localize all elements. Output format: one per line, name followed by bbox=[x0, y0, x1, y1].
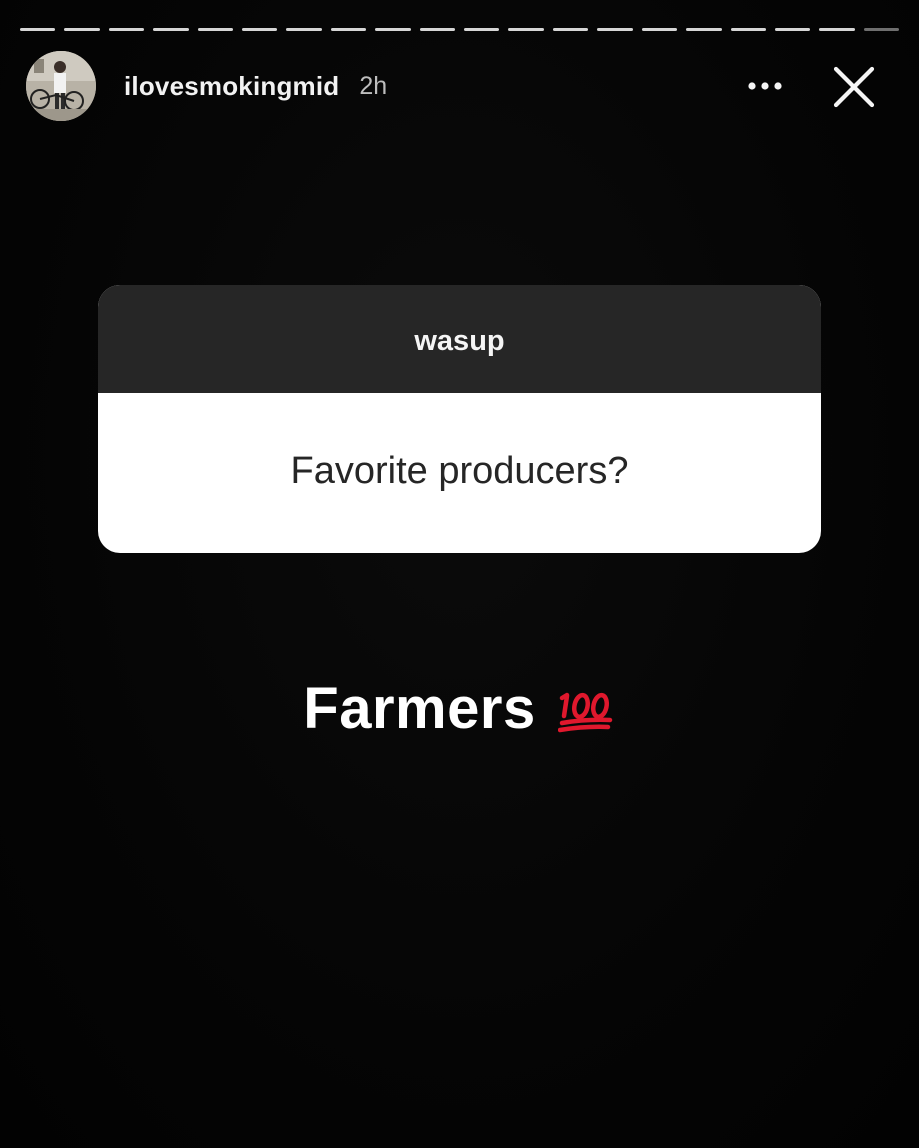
question-text: Favorite producers? bbox=[290, 449, 629, 492]
question-sticker-body: Favorite producers? bbox=[98, 393, 821, 553]
username[interactable]: ilovesmokingmid bbox=[124, 71, 339, 102]
progress-segment bbox=[242, 28, 278, 31]
progress-segment bbox=[375, 28, 411, 31]
question-sticker: wasup Favorite producers? bbox=[98, 285, 821, 553]
progress-segment bbox=[819, 28, 855, 31]
progress-segment bbox=[64, 28, 100, 31]
progress-segment bbox=[686, 28, 722, 31]
question-sticker-header: wasup bbox=[98, 285, 821, 393]
progress-segment bbox=[508, 28, 544, 31]
story-viewer[interactable]: ilovesmokingmid 2h wasup Favorite produc… bbox=[0, 0, 919, 1148]
story-header: ilovesmokingmid 2h bbox=[26, 50, 899, 122]
answer-text: Farmers bbox=[303, 676, 536, 741]
story-progress-bar bbox=[20, 28, 900, 31]
question-prompt: wasup bbox=[414, 324, 505, 357]
post-time: 2h bbox=[359, 71, 388, 100]
close-icon[interactable] bbox=[831, 64, 877, 110]
progress-segment bbox=[863, 28, 900, 31]
progress-segment bbox=[597, 28, 633, 31]
answer-text-block: Farmers bbox=[0, 675, 919, 742]
progress-segment bbox=[464, 28, 500, 31]
progress-segment bbox=[419, 28, 456, 31]
progress-segment bbox=[730, 28, 766, 31]
more-horizontal-icon[interactable] bbox=[746, 74, 784, 98]
avatar[interactable] bbox=[26, 51, 96, 121]
progress-segment bbox=[641, 28, 678, 31]
progress-segment bbox=[286, 28, 322, 31]
progress-segment bbox=[197, 28, 234, 31]
progress-segment bbox=[330, 28, 367, 31]
progress-segment bbox=[774, 28, 811, 31]
progress-segment bbox=[108, 28, 145, 31]
progress-segment bbox=[153, 28, 189, 31]
progress-segment bbox=[552, 28, 589, 31]
hundred-points-icon bbox=[557, 692, 612, 732]
progress-segment bbox=[20, 28, 56, 31]
